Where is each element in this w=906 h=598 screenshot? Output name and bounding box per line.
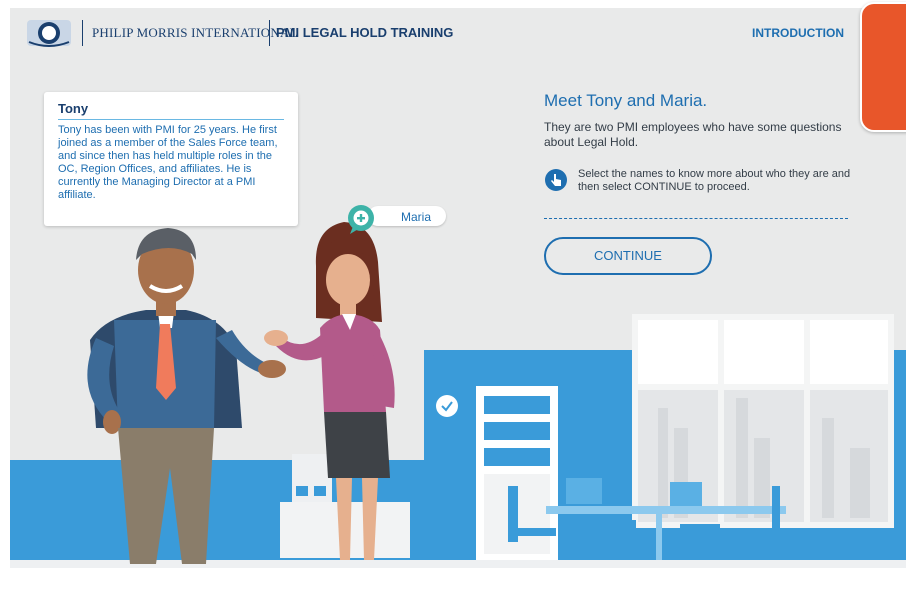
header-bar: PHILIP MORRIS INTERNATIONAL PMI LEGAL HO… <box>10 8 906 58</box>
instruction-text: Select the names to know more about who … <box>578 168 851 193</box>
clock-icon <box>436 395 458 417</box>
course-title: PMI LEGAL HOLD TRAINING <box>276 25 454 40</box>
continue-button[interactable]: CONTINUE <box>544 237 712 275</box>
tony-name: Tony <box>58 101 89 116</box>
maria-pill: Maria <box>368 206 446 226</box>
plus-icon <box>348 205 374 234</box>
pmi-logo <box>27 20 71 47</box>
section-title: INTRODUCTION <box>752 26 844 40</box>
pointer-hand-icon <box>545 169 567 191</box>
intro-heading: Meet Tony and Maria. <box>544 91 708 110</box>
maria-name-button[interactable]: Maria <box>346 204 446 234</box>
menu-tab[interactable] <box>860 2 906 132</box>
maria-label: Maria <box>401 210 432 224</box>
tony-bio-text: Tony has been with PMI for 25 years. He … <box>58 124 278 201</box>
tony-bio-card: Tony Tony has been with PMI for 25 years… <box>44 92 298 226</box>
brand-name: PHILIP MORRIS INTERNATIONAL <box>92 25 298 40</box>
dashed-divider <box>544 218 848 219</box>
header-divider <box>82 20 83 46</box>
course-stage: PHILIP MORRIS INTERNATIONAL PMI LEGAL HO… <box>10 8 906 568</box>
header-divider <box>269 20 270 46</box>
bio-divider <box>58 119 284 120</box>
intro-paragraph: They are two PMI employees who have some… <box>544 120 842 149</box>
